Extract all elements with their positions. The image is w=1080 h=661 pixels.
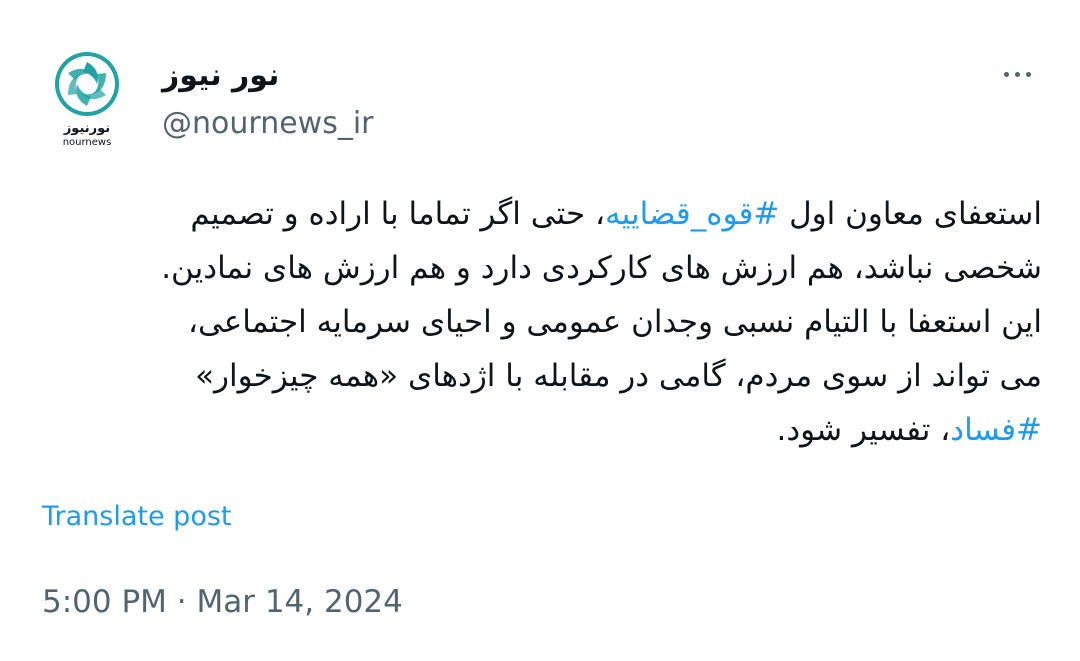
nournews-logo-icon: نورنیوز nournews <box>54 51 120 148</box>
tweet-line: این استعفا با التیام نسبی وجدان عمومی و … <box>42 295 1042 349</box>
avatar-logo-text: نورنیوز <box>63 121 110 136</box>
tweet-text-segment: استعفای معاون اول <box>779 196 1042 232</box>
tweet-text-segment: این استعفا با التیام نسبی وجدان عمومی و … <box>187 304 1042 340</box>
post-timestamp[interactable]: 5:00 PM · Mar 14, 2024 <box>42 580 403 624</box>
tweet-line: می تواند از سوی مردم، گامی در مقابله با … <box>42 349 1042 403</box>
tweet-text-segment: ، حتی اگر تماما با اراده و تصمیم <box>190 196 605 232</box>
tweet-card: نورنیوز nournews نور نیوز @nournews_ir ا… <box>0 0 1080 661</box>
more-dots-icon <box>1003 71 1009 77</box>
tweet-text: استعفای معاون اول #قوه_قضاییه، حتی اگر ت… <box>42 187 1042 457</box>
tweet-line: استعفای معاون اول #قوه_قضاییه، حتی اگر ت… <box>42 187 1042 241</box>
tweet-text-segment: شخصی نباشد، هم ارزش های کارکردی دارد و ه… <box>161 250 1042 286</box>
tweet-text-segment: ، تفسیر شود. <box>776 412 951 448</box>
tweet-line: #فساد، تفسیر شود. <box>42 403 1043 457</box>
more-dots-icon <box>1014 71 1020 77</box>
avatar-logo-subtext: nournews <box>63 137 112 148</box>
tweet-line: شخصی نباشد، هم ارزش های کارکردی دارد و ه… <box>42 241 1042 295</box>
user-handle[interactable]: @nournews_ir <box>162 104 374 144</box>
display-name[interactable]: نور نیوز <box>162 56 279 96</box>
translate-post-link[interactable]: Translate post <box>42 497 232 537</box>
hashtag-link[interactable]: #فساد <box>950 412 1042 448</box>
more-dots-icon <box>1025 71 1031 77</box>
more-options-button[interactable] <box>995 58 1039 90</box>
tweet-text-segment: می تواند از سوی مردم، گامی در مقابله با … <box>195 358 1042 394</box>
hashtag-link[interactable]: #قوه_قضاییه <box>605 196 779 232</box>
avatar[interactable]: نورنیوز nournews <box>43 50 133 150</box>
